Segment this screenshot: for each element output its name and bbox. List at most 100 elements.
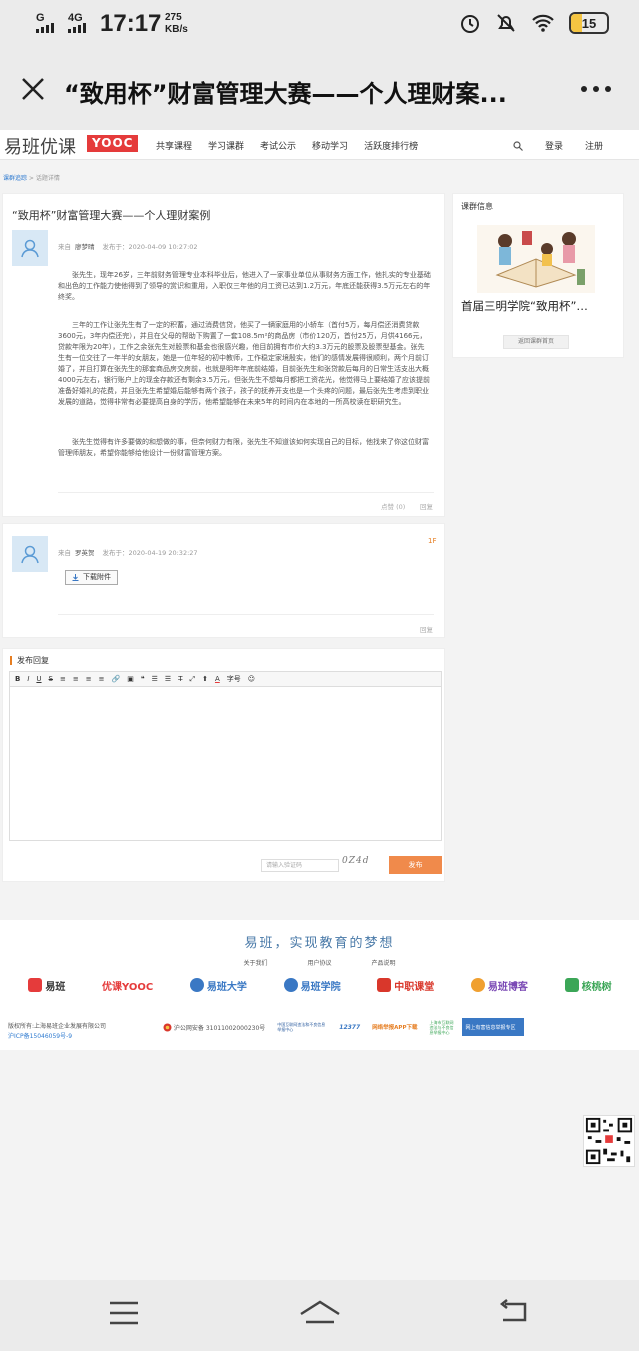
security-badges: 沪公网安备 31011002000230号 中国互联网违法和不良信息举报中心 1… [160, 1018, 525, 1036]
police-badge[interactable]: 沪公网安备 31011002000230号 [160, 1018, 268, 1036]
rich-text-editor[interactable]: B I U S ≡ ≡ ≡ ≡ 🔗 ▣ ❝ ☰ ☰ T̶ ⤢ ⬆ A 字号 ☺ [9, 671, 442, 841]
nav-item-study-groups[interactable]: 学习课群 [208, 139, 244, 152]
register-link[interactable]: 注册 [585, 139, 603, 152]
partner-label: 易班大学 [206, 981, 247, 993]
report-app-badge[interactable]: 网络举报APP下载 [369, 1018, 420, 1036]
partner-label: 易班 [45, 981, 66, 993]
bullet-list-icon[interactable]: ☰ [152, 675, 158, 683]
bold-icon[interactable]: B [15, 675, 20, 683]
reply-form-title: 发布回复 [10, 656, 49, 665]
harmful-info-badge[interactable]: 网上有害信息举报专区 [462, 1018, 525, 1036]
shanghai-report-badge[interactable]: 上海市互联网违法与不良信息举报中心 [426, 1018, 456, 1036]
partner-yooc[interactable]: 优课YOOC [102, 978, 153, 993]
fullscreen-icon[interactable]: ⤢ [189, 675, 195, 684]
partner-label: 易班博客 [487, 981, 528, 993]
strikethrough-icon[interactable]: S [49, 675, 53, 683]
floor-number: 1F [428, 537, 437, 545]
font-color-icon[interactable]: A [215, 675, 220, 683]
course-name[interactable]: 首届三明学院“致用杯”… [461, 298, 617, 314]
align-right-icon[interactable]: ≡ [86, 675, 92, 683]
nav-item-shared-courses[interactable]: 共享课程 [156, 139, 192, 152]
reply-button[interactable]: 回复 [420, 501, 433, 511]
font-size-dropdown[interactable]: 字号 [227, 674, 241, 684]
report-center-badge[interactable]: 中国互联网违法和不良信息举报中心 [274, 1018, 330, 1036]
partner-label: 优课YOOC [102, 981, 154, 993]
page-title: “致用杯”财富管理大赛——个人理财案... [64, 80, 507, 108]
download-attachment-button[interactable]: 下载附件 [65, 570, 118, 585]
yooc-badge[interactable]: YOOC [87, 135, 139, 152]
close-icon[interactable] [18, 74, 48, 104]
numbered-list-icon[interactable]: ☰ [165, 675, 171, 683]
partner-yiban-college[interactable]: 易班学院 [283, 978, 341, 993]
status-icons: 15 [459, 12, 609, 34]
post-time: 发布于：2020-04-09 10:27:02 [102, 243, 198, 251]
italic-icon[interactable]: I [27, 675, 29, 683]
about-link[interactable]: 关于我们 [243, 958, 267, 967]
quote-icon[interactable]: ❝ [141, 675, 145, 683]
image-icon[interactable]: ▣ [127, 675, 134, 683]
reply-time: 发布于：2020-04-19 20:32:27 [102, 549, 198, 557]
qr-code-icon[interactable] [583, 1115, 635, 1167]
partner-zhongzhi[interactable]: 中职课堂 [377, 978, 434, 993]
breadcrumb: 课群追踪 > 话题详情 [3, 175, 60, 182]
footer-slogan: 易班，实现教育的梦想 [244, 936, 395, 951]
partner-hetaoshu[interactable]: 核桃树 [564, 978, 612, 993]
partner-yiban-blog[interactable]: 易班博客 [470, 978, 528, 993]
submit-button[interactable]: 发布 [389, 856, 442, 874]
align-justify-icon[interactable]: ≡ [99, 675, 105, 683]
site-navbar: 易班优课 YOOC 共享课程 学习课群 考试公示 移动学习 活跃度排行榜 登录 … [0, 130, 639, 160]
battery-level: 15 [581, 15, 597, 31]
avatar[interactable] [12, 536, 48, 572]
download-icon [72, 574, 79, 581]
breadcrumb-root[interactable]: 课群追踪 [3, 175, 27, 182]
post-author[interactable]: 廖梦晴 [75, 243, 95, 251]
course-cover-image[interactable] [477, 225, 595, 293]
login-link[interactable]: 登录 [545, 139, 563, 152]
user-icon [21, 239, 39, 258]
upload-icon[interactable]: ⬆ [202, 675, 208, 683]
copyright: 版权所有:上海易班企业发展有限公司 沪ICP备15046059号-9 [8, 1022, 106, 1042]
breadcrumb-current: 话题详情 [35, 175, 60, 182]
captcha-image[interactable]: 0Z4d [342, 856, 380, 872]
speed-value: 275 [165, 12, 182, 23]
signal-bars-icon [36, 23, 54, 33]
post-paragraph-2: 三年的工作让张先生有了一定的积蓄，通过消费信贷，他买了一辆家庭用的小轿车（首付5… [58, 321, 430, 406]
clock: 17:17 [100, 10, 162, 37]
nav-right: 登录 注册 [513, 139, 603, 152]
app-title-bar: “致用杯”财富管理大赛——个人理财案... [0, 50, 639, 130]
align-center-icon[interactable]: ≡ [73, 675, 79, 683]
back-to-group-button[interactable]: 返回课群首页 [503, 335, 569, 349]
partner-yiban[interactable]: 易班 [28, 978, 65, 993]
underline-icon[interactable]: U [36, 675, 41, 683]
product-info-link[interactable]: 产品说明 [372, 958, 396, 967]
back-icon[interactable] [497, 1298, 531, 1326]
more-icon[interactable] [581, 86, 611, 92]
12377-badge[interactable]: 12377 [336, 1018, 363, 1036]
like-button[interactable]: 点赞 (0) [381, 501, 405, 511]
post-paragraph-1: 张先生，现年26岁，三年前财务管理专业本科毕业后，他进入了一家事业单位从事财务方… [58, 271, 431, 301]
partner-yiban-university[interactable]: 易班大学 [189, 978, 247, 993]
reply-button[interactable]: 回复 [420, 624, 433, 634]
divider [58, 492, 434, 493]
reply-author[interactable]: 罗英贺 [75, 549, 95, 557]
reply-card: 1F 来自 罗英贺 发布于：2020-04-19 20:32:27 下载附件 回复 [2, 523, 445, 638]
align-left-icon[interactable]: ≡ [60, 675, 66, 683]
icp-link[interactable]: 沪ICP备15046059号-9 [8, 1033, 72, 1040]
course-info-title: 课群信息 [461, 202, 493, 211]
clear-format-icon[interactable]: T̶ [178, 675, 182, 683]
search-icon[interactable] [513, 140, 523, 151]
captcha-input[interactable]: 请输入验证码 [261, 859, 339, 872]
home-icon[interactable] [298, 1298, 342, 1326]
network-speed: 275 KB/s [165, 12, 188, 36]
nav-item-mobile-learning[interactable]: 移动学习 [312, 139, 348, 152]
link-icon[interactable]: 🔗 [112, 675, 121, 683]
avatar[interactable] [12, 230, 48, 266]
nav-item-activity-ranking[interactable]: 活跃度排行榜 [364, 139, 418, 152]
user-agreement-link[interactable]: 用户协议 [307, 958, 331, 967]
police-emblem-icon [163, 1023, 172, 1031]
police-text: 沪公网安备 31011002000230号 [173, 1024, 266, 1032]
site-logo[interactable]: 易班优课 [4, 133, 76, 159]
menu-icon[interactable] [108, 1300, 140, 1326]
emoji-icon[interactable]: ☺ [248, 675, 255, 683]
nav-item-exam-notice[interactable]: 考试公示 [260, 139, 296, 152]
